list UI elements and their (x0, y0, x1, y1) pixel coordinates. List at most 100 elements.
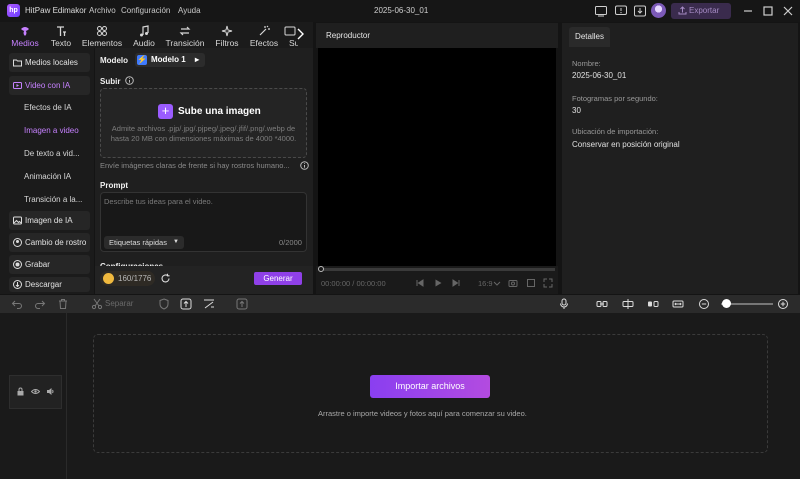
zoom-out-icon[interactable] (698, 298, 710, 310)
scissors-icon[interactable] (91, 298, 103, 310)
menu-ayuda[interactable]: Ayuda (178, 6, 201, 15)
export-button[interactable]: Exportar (671, 3, 731, 19)
microphone-icon[interactable] (558, 298, 570, 310)
upload-box-icon[interactable] (180, 298, 192, 310)
nav-label: Cambio de rostro (25, 238, 87, 247)
chevron-right-icon[interactable] (296, 28, 304, 40)
export-frame-icon[interactable] (236, 298, 248, 310)
menu-archivo[interactable]: Archivo (89, 6, 116, 15)
download-icon (13, 280, 22, 289)
refresh-icon[interactable] (160, 273, 171, 284)
nav-label: Medios locales (25, 58, 78, 67)
trash-icon[interactable] (57, 298, 69, 310)
play-icon[interactable] (433, 278, 443, 288)
minimize-icon[interactable] (741, 4, 755, 18)
tab-label: Elementos (81, 38, 123, 48)
app-title: HitPaw Edimakor (25, 6, 87, 15)
caret-down-icon[interactable] (492, 278, 502, 288)
tab-details[interactable]: Detalles (569, 27, 610, 47)
info-icon[interactable] (300, 161, 309, 170)
fullscreen-icon[interactable] (543, 278, 553, 288)
undo-icon[interactable] (11, 298, 23, 310)
elements-icon (96, 25, 108, 37)
subtitles-icon (284, 25, 296, 37)
model-value: Modelo 1 (151, 55, 186, 64)
tab-elementos[interactable]: Elementos (80, 22, 124, 48)
credits-badge[interactable]: 160/1776 (100, 271, 155, 286)
record-icon (13, 260, 22, 269)
maximize-icon[interactable] (761, 4, 775, 18)
project-title: 2025-06-30_01 (374, 6, 429, 15)
upload-title[interactable]: Sube una imagen (178, 106, 261, 117)
previous-frame-icon[interactable] (415, 278, 425, 288)
screen-icon[interactable] (594, 4, 608, 18)
magic-icon[interactable] (203, 298, 215, 310)
media-icon (19, 25, 31, 37)
ai-video-icon (13, 81, 22, 90)
nav-label: Descargar (25, 280, 62, 289)
player-title: Reproductor (326, 31, 371, 40)
snapshot-icon[interactable] (508, 278, 518, 288)
split-track-icon[interactable] (622, 298, 634, 310)
progress-handle[interactable] (318, 266, 324, 272)
location-value: Conservar en posición original (572, 140, 680, 149)
info-icon[interactable] (125, 76, 134, 85)
next-frame-icon[interactable] (451, 278, 461, 288)
folder-icon (13, 58, 22, 67)
zoom-slider-handle[interactable] (721, 299, 731, 308)
menu-configuracion[interactable]: Configuración (121, 6, 170, 15)
zoom-in-icon[interactable] (777, 298, 789, 310)
upload-dropzone[interactable] (100, 88, 307, 158)
crop-icon[interactable] (526, 278, 536, 288)
import-files-button[interactable]: Importar archivos (370, 375, 490, 398)
quick-tags-label: Etiquetas rápidas (109, 238, 167, 247)
tab-transicion[interactable]: Transición (163, 22, 207, 48)
model-selector[interactable]: ⚡ Modelo 1 ▸ (135, 53, 205, 67)
subnav-transition[interactable]: Transición a la... (24, 195, 82, 204)
redo-icon[interactable] (34, 298, 46, 310)
tab-subtitulos[interactable]: Su (276, 22, 298, 48)
location-label: Ubicación de importación: (572, 127, 659, 136)
player-viewport[interactable] (318, 48, 556, 266)
subnav-image-to-video[interactable]: Imagen a video (24, 126, 79, 135)
nav-ai-image[interactable]: Imagen de IA (9, 211, 90, 230)
aspect-ratio-select[interactable]: 16:9 (478, 279, 493, 288)
eye-icon[interactable] (31, 387, 40, 396)
nav-record[interactable]: Grabar (9, 255, 90, 274)
tab-label: Audio (133, 38, 155, 48)
nav-local-media[interactable]: Medios locales (9, 53, 90, 72)
nav-download[interactable]: Descargar (9, 277, 90, 292)
player-progress[interactable] (321, 268, 555, 271)
fit-timeline-icon[interactable] (672, 298, 684, 310)
app-logo: hp (7, 4, 20, 17)
shield-icon[interactable] (158, 298, 170, 310)
nav-label: Imagen de IA (25, 216, 73, 225)
subnav-text-to-video[interactable]: De texto a vid... (24, 149, 80, 158)
feedback-icon[interactable] (614, 4, 628, 18)
generate-button[interactable]: Generar (254, 272, 302, 285)
model-label: Modelo (100, 56, 128, 65)
link-icon[interactable] (596, 298, 608, 310)
tab-label: Su (289, 38, 298, 48)
volume-icon[interactable] (46, 387, 55, 396)
lock-icon[interactable] (16, 387, 25, 396)
nav-face-swap[interactable]: Cambio de rostro (9, 233, 90, 252)
nav-label: Grabar (25, 260, 50, 269)
tab-audio[interactable]: Audio (122, 22, 166, 48)
tab-label: Texto (50, 38, 72, 48)
snap-icon[interactable] (647, 298, 659, 310)
credits-value: 160/1776 (118, 274, 152, 283)
avatar[interactable] (651, 3, 666, 18)
name-value: 2025-06-30_01 (572, 71, 627, 80)
nav-ai-video[interactable]: Video con IA (9, 76, 90, 95)
subnav-ai-animation[interactable]: Animación IA (24, 172, 71, 181)
download-icon[interactable] (633, 4, 647, 18)
split-label[interactable]: Separar (105, 299, 133, 308)
name-label: Nombre: (572, 59, 601, 68)
close-icon[interactable] (781, 4, 795, 18)
subnav-ai-effects[interactable]: Efectos de IA (24, 103, 72, 112)
tab-texto[interactable]: Texto (39, 22, 83, 48)
quick-tags-dropdown[interactable]: Etiquetas rápidas ▼ (104, 236, 184, 249)
plus-icon[interactable]: + (158, 104, 173, 119)
char-count: 0/2000 (279, 238, 302, 247)
